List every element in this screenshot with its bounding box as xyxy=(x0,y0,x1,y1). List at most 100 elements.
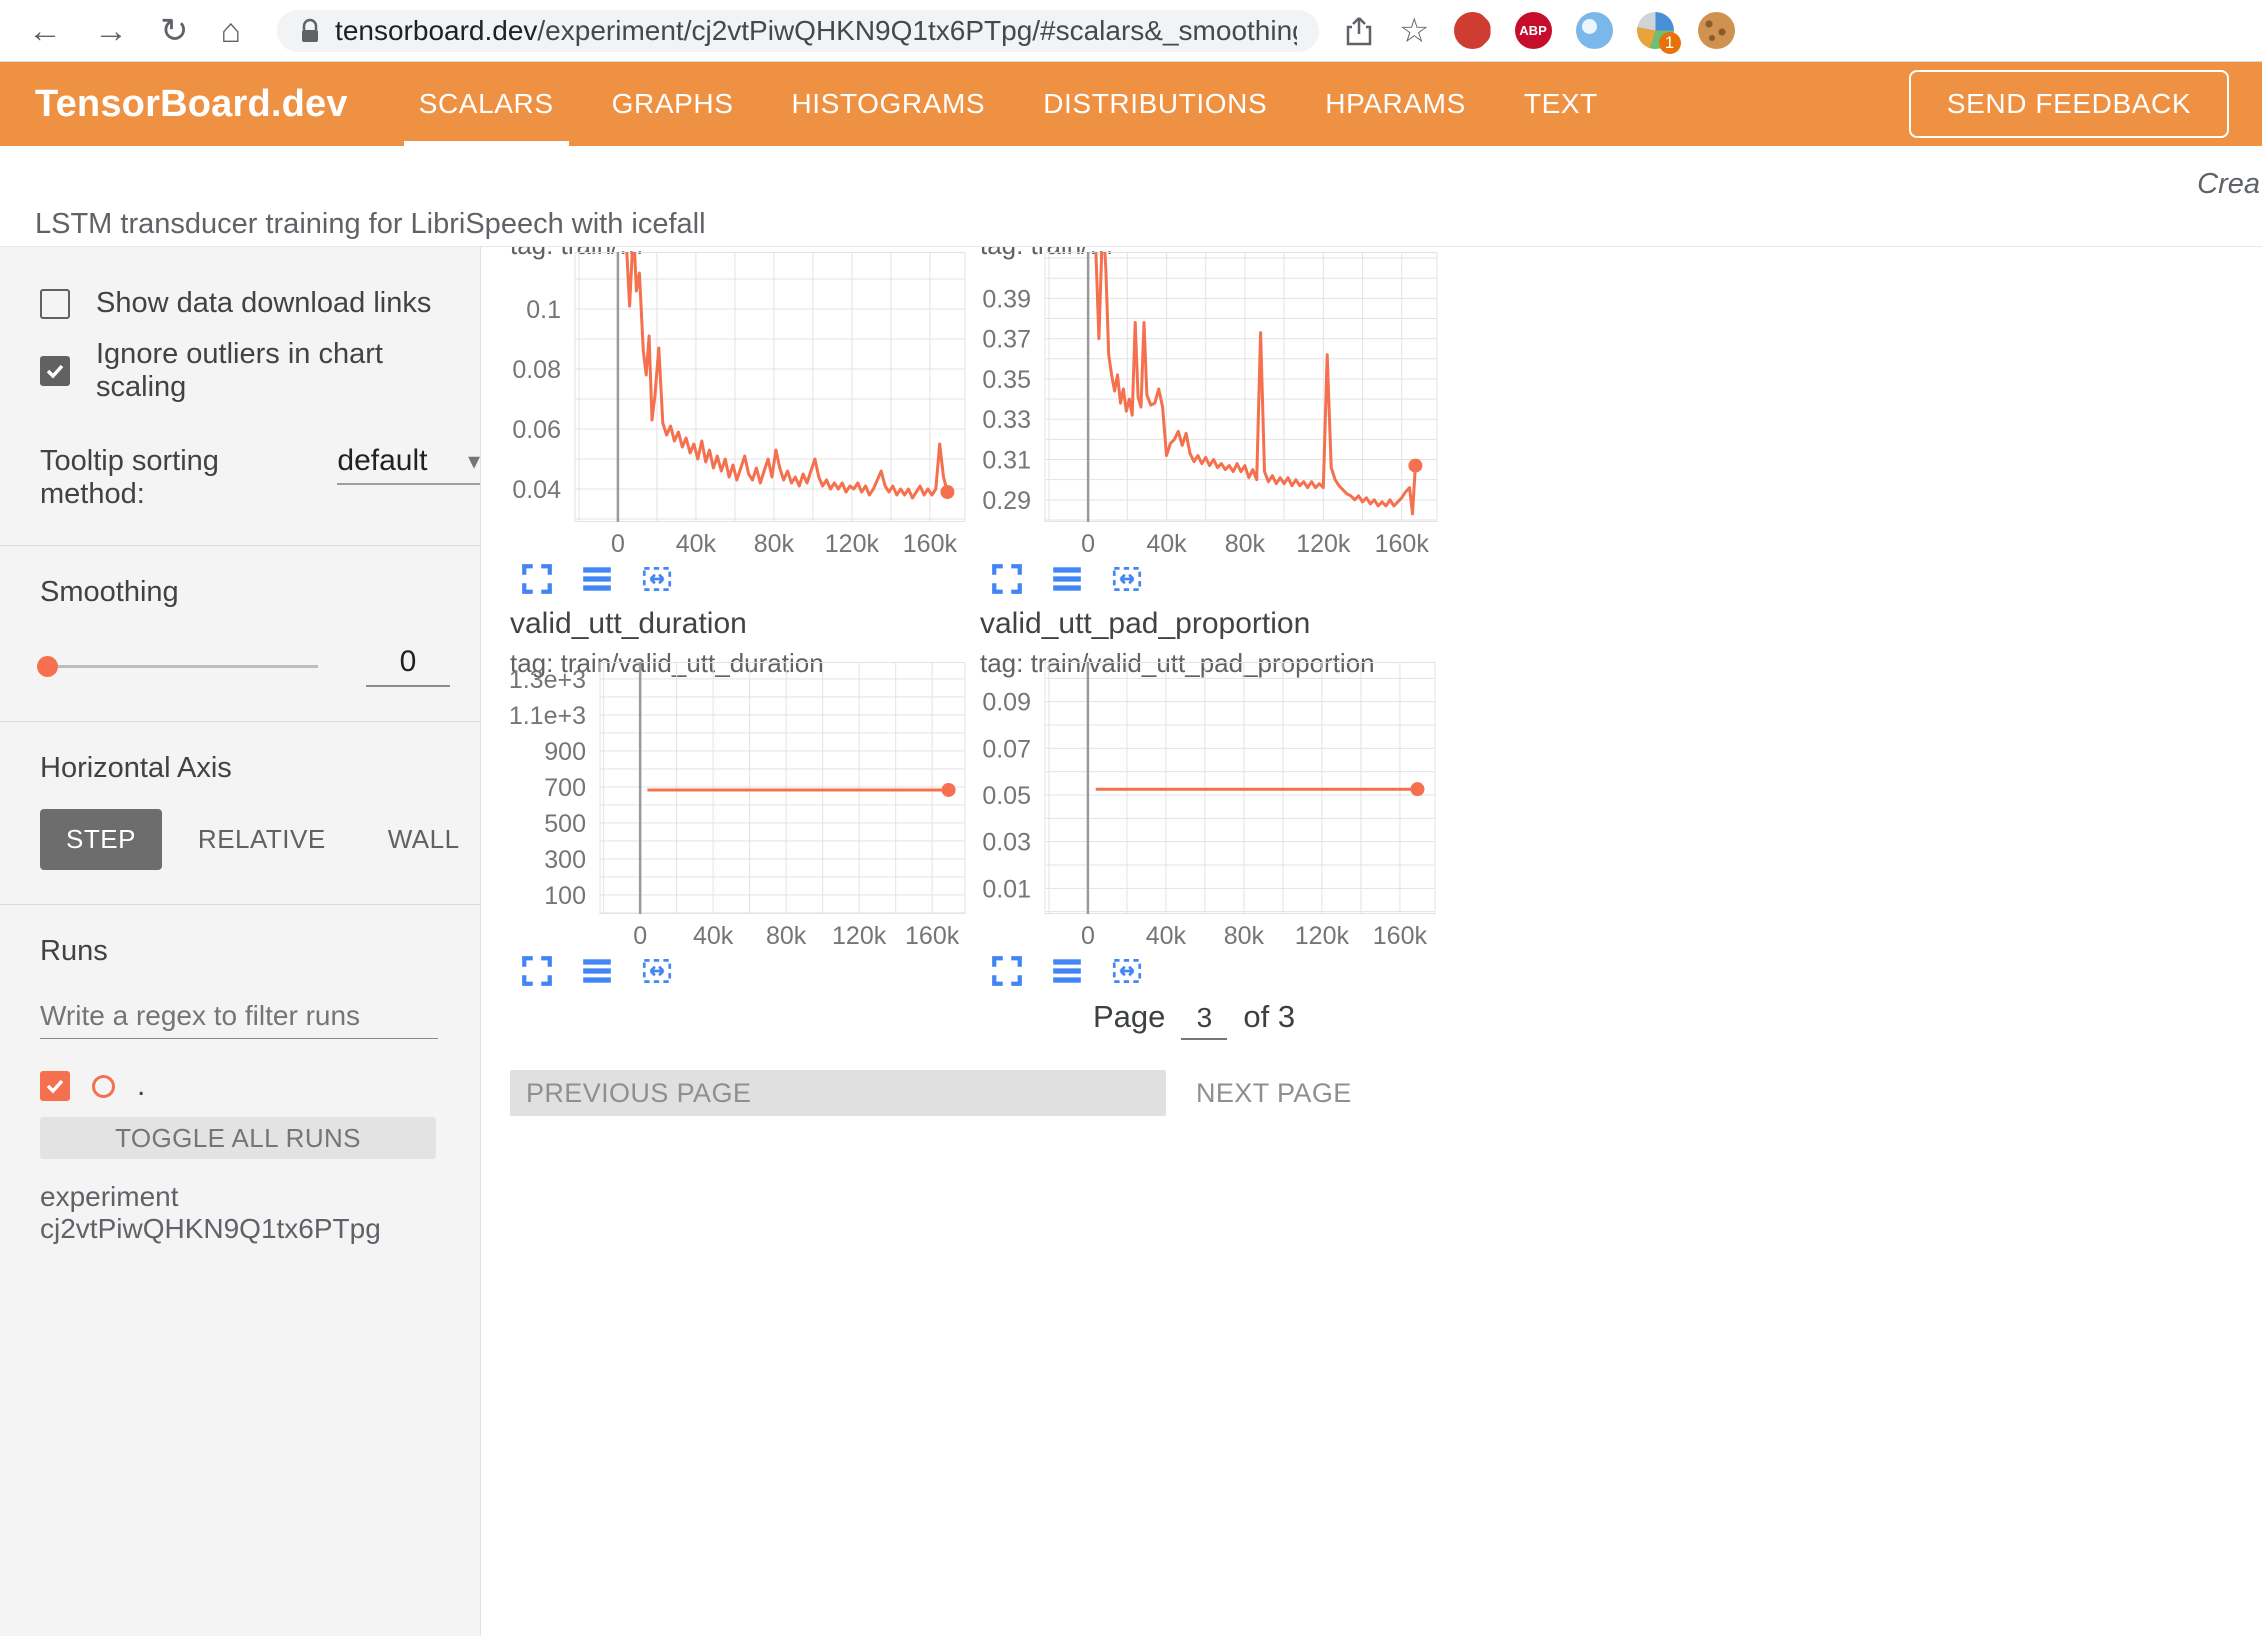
scalar-chart-valid-utt-duration[interactable]: 1.3e+31.1e+3900700500300100040k80k120k16… xyxy=(500,662,971,950)
svg-text:300: 300 xyxy=(544,846,586,874)
smoothing-slider-handle[interactable] xyxy=(37,656,58,677)
svg-text:0.35: 0.35 xyxy=(982,366,1031,394)
svg-text:80k: 80k xyxy=(766,922,807,950)
bookmark-star-icon[interactable]: ☆ xyxy=(1399,11,1429,51)
smoothing-value-input[interactable]: 0 xyxy=(366,645,450,687)
lock-icon xyxy=(299,17,321,45)
cookie-extension-icon[interactable] xyxy=(1698,12,1735,49)
runs-menu-icon[interactable] xyxy=(580,562,614,596)
chart-toolbar xyxy=(520,562,674,596)
runs-section: Runs . TOGGLE ALL RUNS experiment cj2vtP… xyxy=(0,905,480,1245)
url-text: tensorboard.dev/experiment/cj2vtPiwQHKN9… xyxy=(335,15,1297,47)
run-color-icon[interactable] xyxy=(92,1075,115,1098)
checkmark-icon xyxy=(43,359,67,383)
scalar-chart-valid-utt-pad-proportion[interactable]: 0.090.070.050.030.01040k80k120k160k xyxy=(970,662,1441,950)
tab-text[interactable]: TEXT xyxy=(1495,62,1627,146)
runs-filter-input[interactable] xyxy=(40,994,438,1039)
run-name: . xyxy=(137,1069,145,1103)
run-row: . xyxy=(40,1069,480,1103)
expand-chart-icon[interactable] xyxy=(990,954,1024,988)
svg-text:160k: 160k xyxy=(905,922,960,950)
experiment-description: LSTM transducer training for LibriSpeech… xyxy=(35,208,706,241)
svg-text:0.37: 0.37 xyxy=(982,326,1031,354)
subheader: Crea LSTM transducer training for LibriS… xyxy=(0,146,2262,246)
svg-text:40k: 40k xyxy=(1146,530,1187,558)
svg-text:0.33: 0.33 xyxy=(982,406,1031,434)
chart-title: valid_utt_pad_proportion xyxy=(980,607,1375,641)
send-feedback-button[interactable]: SEND FEEDBACK xyxy=(1909,70,2229,138)
show-download-links-checkbox[interactable] xyxy=(40,289,70,319)
charts-panel: tag: train/… tag: train/… 0.10.080.060.0… xyxy=(481,247,2262,1636)
svg-text:0.08: 0.08 xyxy=(512,356,561,384)
expand-chart-icon[interactable] xyxy=(520,562,554,596)
svg-text:160k: 160k xyxy=(1375,530,1430,558)
svg-text:40k: 40k xyxy=(676,530,717,558)
svg-text:500: 500 xyxy=(544,810,586,838)
toggle-all-runs-button[interactable]: TOGGLE ALL RUNS xyxy=(40,1117,436,1159)
fit-domain-icon[interactable] xyxy=(1110,562,1144,596)
next-page-button[interactable]: NEXT PAGE xyxy=(1190,1070,1358,1116)
tab-hparams[interactable]: HPARAMS xyxy=(1296,62,1495,146)
tooltip-sorting-value: default xyxy=(337,444,427,478)
fit-domain-icon[interactable] xyxy=(640,954,674,988)
runs-label: Runs xyxy=(40,935,480,968)
url-path: /experiment/cj2vtPiwQHKN9Q1tx6PTpg/#scal… xyxy=(537,15,1297,46)
svg-text:100: 100 xyxy=(544,882,586,910)
fit-domain-icon[interactable] xyxy=(1110,954,1144,988)
run-checkbox[interactable] xyxy=(40,1071,70,1101)
svg-text:80k: 80k xyxy=(754,530,795,558)
smoothing-section: Smoothing 0 xyxy=(0,546,480,687)
runs-menu-icon[interactable] xyxy=(1050,954,1084,988)
axis-relative-button[interactable]: RELATIVE xyxy=(172,809,352,870)
svg-text:0.04: 0.04 xyxy=(512,476,561,504)
tab-scalars[interactable]: SCALARS xyxy=(390,62,583,146)
adblock-extension-icon[interactable] xyxy=(1454,12,1491,49)
fit-domain-icon[interactable] xyxy=(640,562,674,596)
reload-icon[interactable]: ↻ xyxy=(160,14,189,48)
content-area: Show data download links Ignore outliers… xyxy=(0,246,2262,1636)
runs-menu-icon[interactable] xyxy=(580,954,614,988)
svg-text:0.1: 0.1 xyxy=(526,296,561,324)
url-bar[interactable]: tensorboard.dev/experiment/cj2vtPiwQHKN9… xyxy=(277,10,1319,52)
axis-wall-button[interactable]: WALL xyxy=(362,809,486,870)
runs-menu-icon[interactable] xyxy=(1050,562,1084,596)
profile-avatar[interactable]: 1 xyxy=(1637,12,1674,49)
ignore-outliers-row: Ignore outliers in chart scaling xyxy=(0,338,480,404)
expand-chart-icon[interactable] xyxy=(990,562,1024,596)
svg-text:0.01: 0.01 xyxy=(982,875,1031,903)
show-download-links-row: Show data download links xyxy=(0,287,480,320)
svg-text:0.03: 0.03 xyxy=(982,829,1031,857)
blue-extension-icon[interactable] xyxy=(1576,12,1613,49)
tooltip-sorting-label: Tooltip sorting method: xyxy=(40,445,317,511)
scalar-chart-top-right[interactable]: 0.390.370.350.330.310.29040k80k120k160k xyxy=(970,252,1443,558)
home-icon[interactable]: ⌂ xyxy=(221,14,242,48)
axis-step-button[interactable]: STEP xyxy=(40,809,162,870)
page-number-input[interactable] xyxy=(1181,1002,1227,1040)
chevron-down-icon: ▾ xyxy=(468,447,480,476)
svg-text:1.1e+3: 1.1e+3 xyxy=(509,702,586,730)
svg-text:700: 700 xyxy=(544,774,586,802)
svg-text:0.05: 0.05 xyxy=(982,782,1031,810)
chart-title: valid_utt_duration xyxy=(510,607,824,641)
abp-extension-icon[interactable]: ABP xyxy=(1515,12,1552,49)
tab-graphs[interactable]: GRAPHS xyxy=(583,62,763,146)
back-icon[interactable]: ← xyxy=(28,14,62,48)
scalar-chart-top-left[interactable]: 0.10.080.060.04040k80k120k160k xyxy=(500,252,971,558)
tab-distributions[interactable]: DISTRIBUTIONS xyxy=(1014,62,1296,146)
svg-text:1.3e+3: 1.3e+3 xyxy=(509,666,586,694)
settings-sidebar: Show data download links Ignore outliers… xyxy=(0,247,481,1636)
ignore-outliers-checkbox[interactable] xyxy=(40,356,70,386)
tab-histograms[interactable]: HISTOGRAMS xyxy=(762,62,1014,146)
svg-text:160k: 160k xyxy=(1373,922,1428,950)
share-icon[interactable] xyxy=(1343,15,1375,47)
smoothing-slider[interactable] xyxy=(40,665,318,668)
browser-actions: ☆ ABP 1 xyxy=(1343,11,1734,51)
url-host: tensorboard.dev xyxy=(335,15,537,46)
horizontal-axis-section: Horizontal Axis STEP RELATIVE WALL xyxy=(0,722,480,870)
forward-icon[interactable]: → xyxy=(94,14,128,48)
smoothing-label: Smoothing xyxy=(40,576,480,609)
expand-chart-icon[interactable] xyxy=(520,954,554,988)
chart-toolbar xyxy=(990,562,1144,596)
tooltip-sorting-select[interactable]: default ▾ xyxy=(337,444,480,485)
previous-page-button[interactable]: PREVIOUS PAGE xyxy=(510,1070,1166,1116)
